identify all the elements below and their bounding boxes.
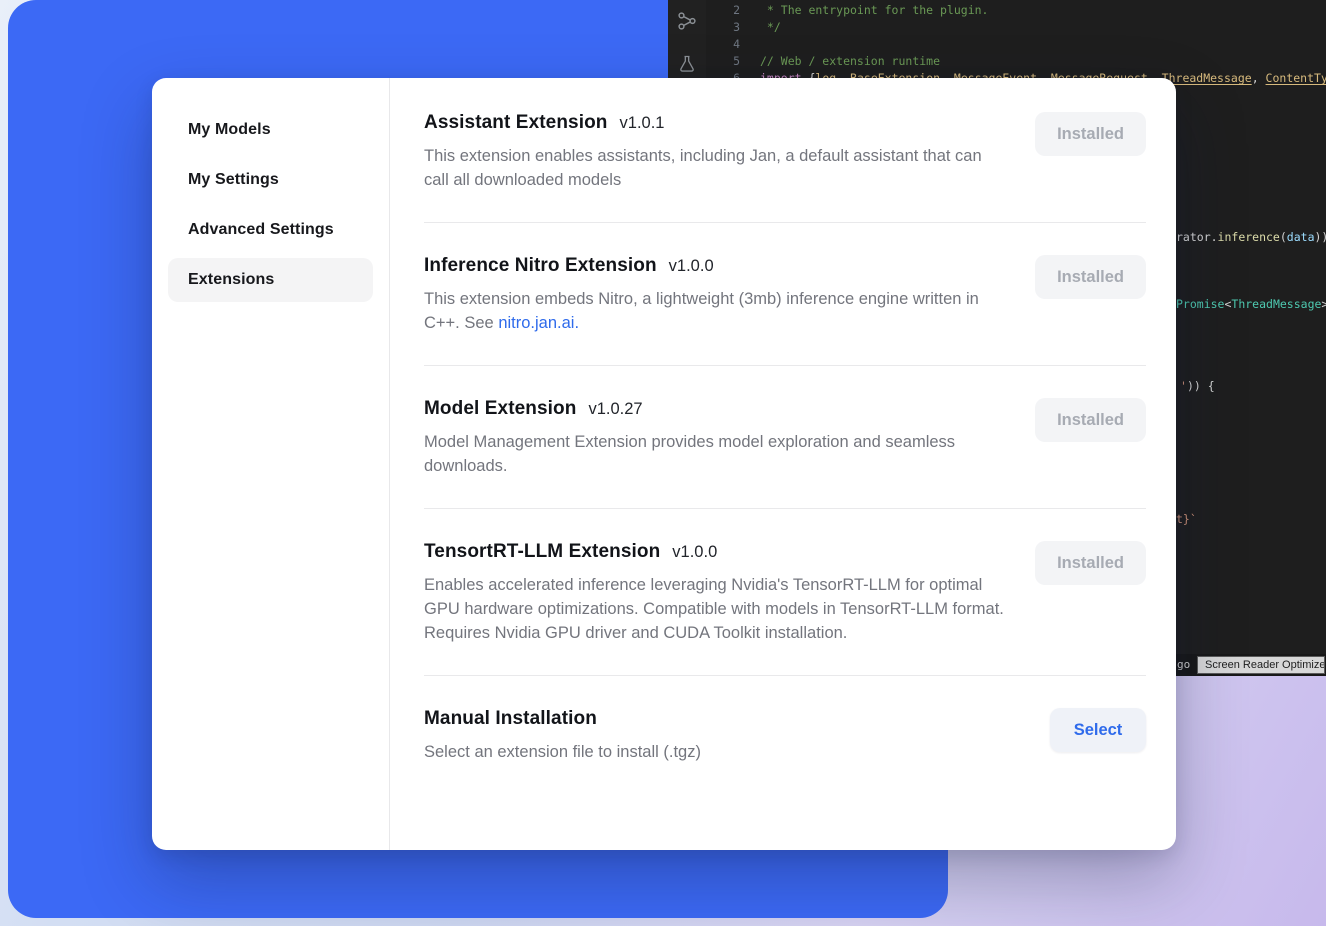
installed-button[interactable]: Installed xyxy=(1035,255,1146,299)
extension-title: TensortRT-LLM Extension xyxy=(424,541,660,563)
installed-button[interactable]: Installed xyxy=(1035,112,1146,156)
code-fragment: Promise<ThreadMessage> xyxy=(1176,296,1326,313)
sidebar-item-extensions[interactable]: Extensions xyxy=(168,258,373,302)
code-fragment: t}` xyxy=(1176,511,1197,528)
beaker-icon xyxy=(677,54,697,74)
select-file-button[interactable]: Select xyxy=(1050,708,1146,752)
extension-title: Model Extension xyxy=(424,398,576,420)
screen-reader-optimized-status-item: Screen Reader Optimize xyxy=(1197,656,1325,674)
extension-item-inference-nitro: Inference Nitro Extension v1.0.0 This ex… xyxy=(424,223,1146,366)
code-line: 5// Web / extension runtime xyxy=(706,53,1326,70)
settings-sidebar: My Models My Settings Advanced Settings … xyxy=(152,78,390,850)
source-control-graph-icon xyxy=(676,10,698,32)
code-line: 3 */ xyxy=(706,19,1326,36)
extension-title: Assistant Extension xyxy=(424,112,608,134)
code-line: 4 xyxy=(706,36,1326,53)
extension-version: v1.0.27 xyxy=(588,400,642,419)
extension-title: Inference Nitro Extension xyxy=(424,255,657,277)
extension-description: Enables accelerated inference leveraging… xyxy=(424,573,1009,645)
code-line: 2 * The entrypoint for the plugin. xyxy=(706,2,1326,19)
extension-item-model: Model Extension v1.0.27 Model Management… xyxy=(424,366,1146,509)
installed-button[interactable]: Installed xyxy=(1035,541,1146,585)
extension-description: This extension enables assistants, inclu… xyxy=(424,144,1009,192)
installed-button[interactable]: Installed xyxy=(1035,398,1146,442)
code-fragment: ')) { xyxy=(1180,378,1215,395)
sidebar-item-advanced-settings[interactable]: Advanced Settings xyxy=(168,208,373,252)
status-bar-text: go xyxy=(1177,658,1190,671)
manual-installation-description: Select an extension file to install (.tg… xyxy=(424,740,1009,764)
extension-version: v1.0.0 xyxy=(672,543,717,562)
extension-item-assistant: Assistant Extension v1.0.1 This extensio… xyxy=(424,78,1146,223)
extension-description: Model Management Extension provides mode… xyxy=(424,430,1009,478)
manual-installation-item: Manual Installation Select an extension … xyxy=(424,676,1146,794)
sidebar-item-my-models[interactable]: My Models xyxy=(168,108,373,152)
extension-item-tensorrt-llm: TensortRT-LLM Extension v1.0.0 Enables a… xyxy=(424,509,1146,676)
extension-version: v1.0.1 xyxy=(620,114,665,133)
extension-version: v1.0.0 xyxy=(669,257,714,276)
sidebar-item-my-settings[interactable]: My Settings xyxy=(168,158,373,202)
settings-modal: My Models My Settings Advanced Settings … xyxy=(152,78,1176,850)
extension-description: This extension embeds Nitro, a lightweig… xyxy=(424,287,1009,335)
extensions-panel: Assistant Extension v1.0.1 This extensio… xyxy=(390,78,1176,850)
editor-code-area: 2 * The entrypoint for the plugin. 3 */ … xyxy=(706,0,1326,87)
code-fragment: rator.inference(data)); xyxy=(1176,229,1326,246)
nitro-jan-ai-link[interactable]: nitro.jan.ai. xyxy=(498,314,579,332)
manual-installation-title: Manual Installation xyxy=(424,708,597,730)
